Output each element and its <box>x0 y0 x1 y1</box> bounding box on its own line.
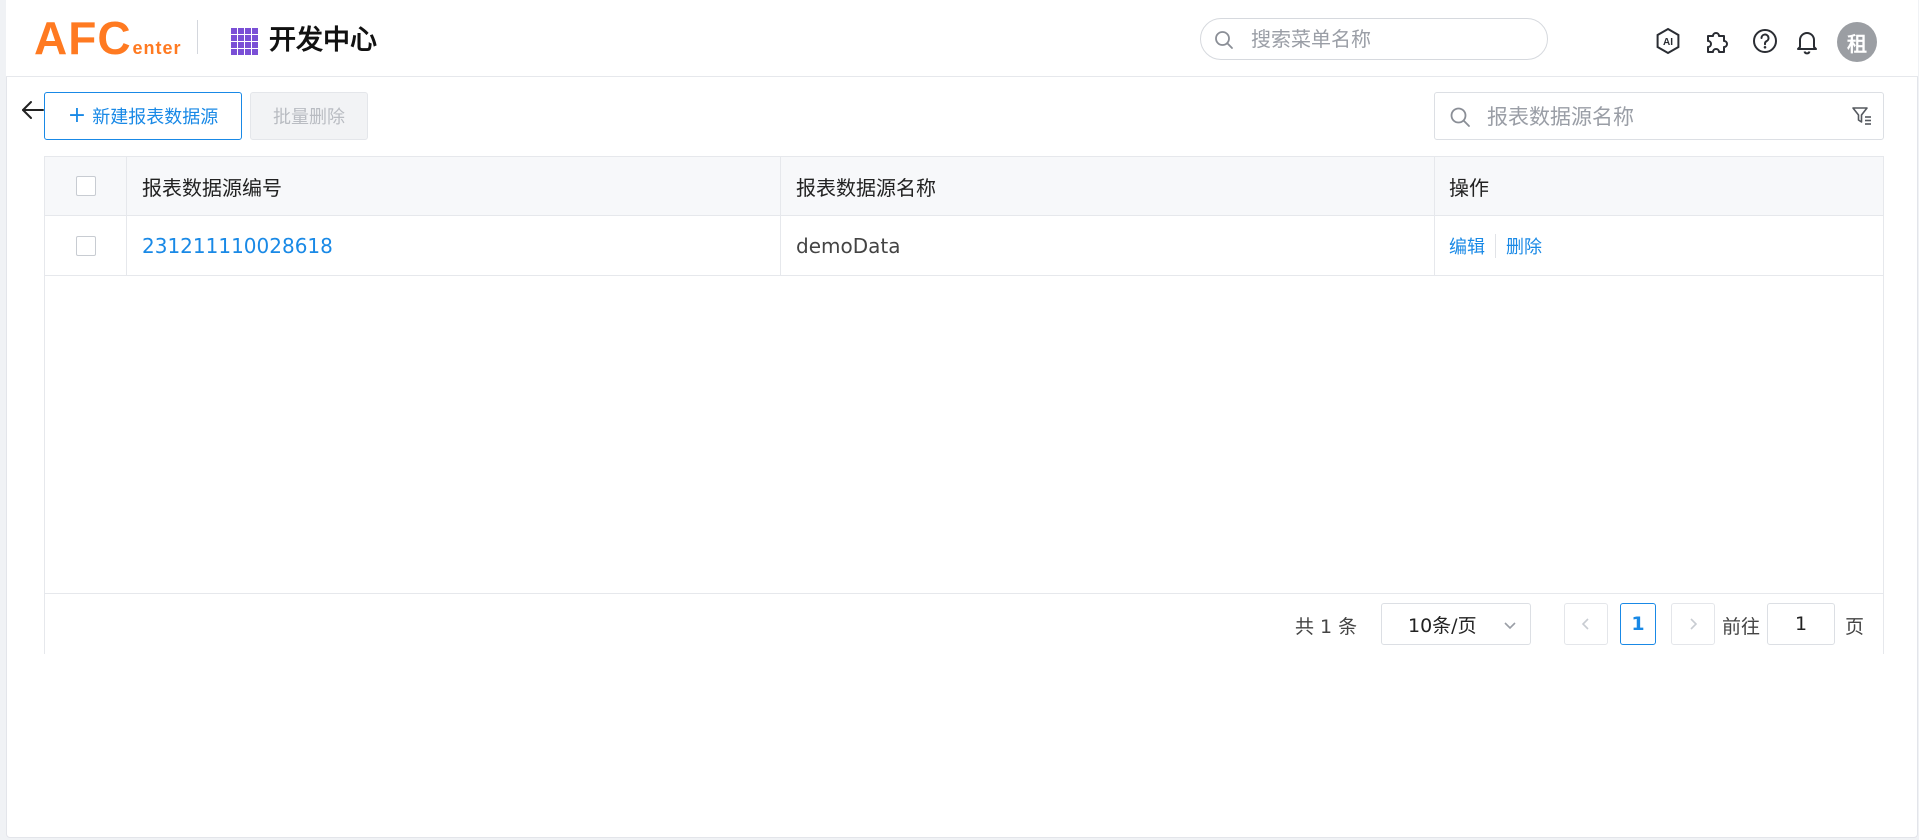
table-row: 231211110028618 demoData 编辑 删除 <box>45 216 1883 276</box>
datasource-name-cell: demoData <box>781 216 1435 275</box>
row-checkbox-cell <box>45 216 127 275</box>
logo-text-small: enter <box>132 38 182 58</box>
header-checkbox-cell <box>45 157 127 215</box>
bell-icon[interactable] <box>1793 27 1821 55</box>
page-size-select[interactable]: 10条/页 <box>1381 603 1531 645</box>
chevron-left-icon <box>1581 618 1589 630</box>
next-page-button[interactable] <box>1671 603 1715 645</box>
puzzle-icon[interactable] <box>1703 27 1731 55</box>
datasource-table: 报表数据源编号 报表数据源名称 操作 231211110028618 demoD… <box>44 156 1884 654</box>
goto-label: 前往 <box>1722 616 1761 638</box>
user-avatar[interactable]: 租 <box>1837 22 1877 62</box>
actions-cell: 编辑 删除 <box>1435 216 1883 275</box>
help-icon[interactable] <box>1751 27 1779 55</box>
page-size-value: 10条/页 <box>1408 614 1477 637</box>
datasource-name-text: demoData <box>796 233 901 258</box>
svg-text:AI: AI <box>1663 37 1673 48</box>
back-arrow-icon[interactable] <box>20 97 46 123</box>
prev-page-button[interactable] <box>1564 603 1608 645</box>
total-count: 共 1 条 <box>1295 616 1358 638</box>
goto-page-input[interactable] <box>1767 603 1835 645</box>
ai-icon[interactable]: AI <box>1654 27 1682 55</box>
page-suffix-label: 页 <box>1845 616 1865 638</box>
column-header-code[interactable]: 报表数据源编号 <box>127 157 781 215</box>
plus-icon: + <box>67 103 87 128</box>
pagination: 共 1 条 10条/页 1 前往 页 <box>45 593 1883 654</box>
datasource-code-cell: 231211110028618 <box>127 216 781 275</box>
new-datasource-button[interactable]: + 新建报表数据源 <box>44 92 242 140</box>
column-header-name[interactable]: 报表数据源名称 <box>781 157 1435 215</box>
row-checkbox[interactable] <box>75 235 96 256</box>
page-number-current[interactable]: 1 <box>1620 603 1656 645</box>
search-icon <box>1215 31 1233 49</box>
app-grid-icon[interactable] <box>231 28 258 55</box>
menu-search-input[interactable] <box>1249 24 1529 54</box>
edit-link[interactable]: 编辑 <box>1449 233 1485 259</box>
chevron-right-icon <box>1690 618 1698 630</box>
logo-text-big: AFC <box>34 12 132 64</box>
datasource-search-box[interactable] <box>1434 92 1884 140</box>
filter-icon[interactable] <box>1851 105 1873 127</box>
column-header-actions: 操作 <box>1449 175 1489 200</box>
afcenter-logo[interactable]: AFC enter <box>34 12 182 64</box>
batch-delete-button[interactable]: 批量删除 <box>250 92 368 140</box>
chevron-down-icon <box>1504 622 1516 630</box>
top-header: AFC enter 开发中心 AI <box>6 0 1918 77</box>
app-title: 开发中心 <box>269 25 377 56</box>
delete-link[interactable]: 删除 <box>1506 233 1542 259</box>
table-header: 报表数据源编号 报表数据源名称 操作 <box>45 157 1883 216</box>
header-divider <box>197 20 198 54</box>
new-datasource-label: 新建报表数据源 <box>92 107 219 128</box>
action-divider <box>1495 233 1496 258</box>
select-all-checkbox[interactable] <box>75 176 96 196</box>
batch-delete-label: 批量删除 <box>273 107 345 128</box>
datasource-search-input[interactable] <box>1485 102 1825 132</box>
search-icon <box>1450 107 1470 127</box>
menu-search-box[interactable] <box>1200 18 1548 60</box>
datasource-code-link[interactable]: 231211110028618 <box>142 234 333 258</box>
